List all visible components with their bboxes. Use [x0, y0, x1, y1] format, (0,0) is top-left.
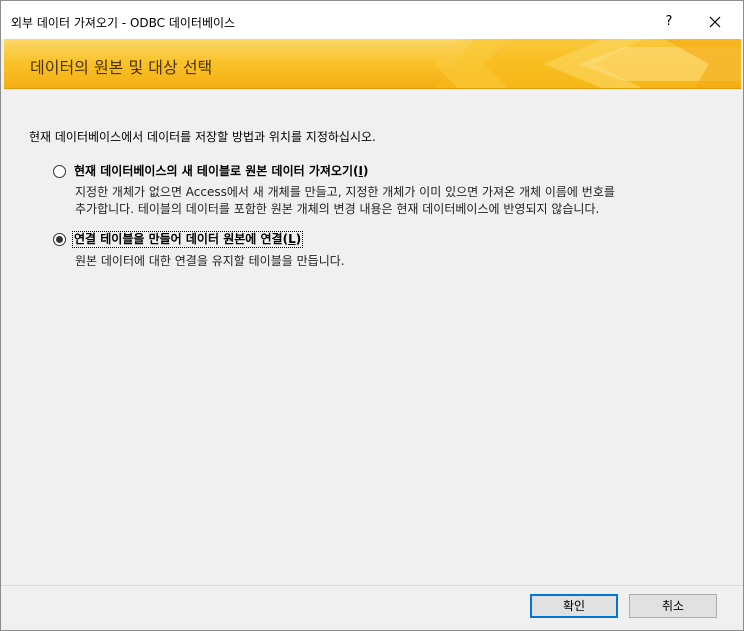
link-option-description: 원본 데이터에 대한 연결을 유지할 테이블을 만듭니다. — [75, 254, 345, 268]
link-radio[interactable] — [53, 233, 66, 246]
radio-selected-dot — [56, 236, 63, 243]
banner-title: 데이터의 원본 및 대상 선택 — [30, 58, 213, 77]
import-option-label[interactable]: 현재 데이터베이스의 새 테이블로 원본 데이터 가져오기(I) — [73, 164, 369, 179]
title-bar: 외부 데이터 가져오기 - ODBC 데이터베이스 ? — [1, 1, 743, 39]
import-option-description-line-2: 추가합니다. 테이블의 데이터를 포함한 원본 개체의 변경 내용은 현재 데이… — [75, 202, 600, 216]
import-radio[interactable] — [53, 165, 66, 178]
help-button[interactable]: ? — [649, 9, 689, 35]
header-banner: 데이터의 원본 및 대상 선택 — [4, 39, 741, 89]
instruction-text: 현재 데이터베이스에서 데이터를 저장할 방법과 위치를 지정하십시오. — [29, 130, 376, 144]
link-option-label[interactable]: 연결 테이블을 만들어 데이터 원본에 연결(L) — [71, 231, 304, 248]
window-title: 외부 데이터 가져오기 - ODBC 데이터베이스 — [11, 16, 236, 30]
ok-button[interactable]: 확인 — [530, 594, 618, 618]
import-option-description-line-1: 지정한 개체가 없으면 Access에서 새 개체를 만들고, 지정한 개체가 … — [75, 185, 615, 199]
close-button[interactable] — [695, 9, 735, 35]
footer-divider — [1, 585, 743, 586]
import-dialog: 외부 데이터 가져오기 - ODBC 데이터베이스 ? 데이터의 원본 및 대상… — [0, 0, 744, 631]
close-icon — [709, 16, 721, 28]
cancel-button[interactable]: 취소 — [629, 594, 717, 618]
